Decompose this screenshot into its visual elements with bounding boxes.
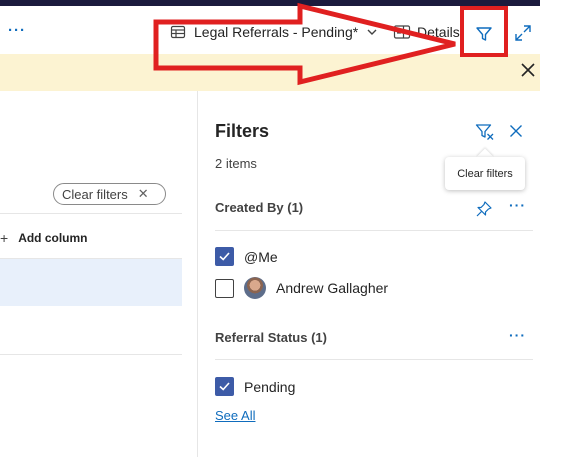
section-more-button[interactable]: ···: [509, 197, 526, 213]
see-all-link[interactable]: See All: [215, 408, 255, 423]
chip-close-icon[interactable]: ✕: [138, 186, 149, 202]
table-view-icon: [170, 25, 186, 39]
filter-option-pending[interactable]: Pending: [215, 377, 295, 396]
close-icon[interactable]: [509, 124, 523, 138]
filter-count: 2 items: [215, 156, 257, 171]
filter-pane-button[interactable]: [462, 13, 506, 55]
check-icon: [219, 382, 230, 391]
details-label: Details: [417, 24, 460, 40]
right-margin: [540, 0, 574, 457]
panel-title: Filters: [215, 121, 270, 141]
clear-filters-chip-label: Clear filters: [62, 186, 128, 202]
selected-list-row[interactable]: [0, 259, 182, 306]
view-name: Legal Referrals - Pending*: [194, 24, 359, 40]
list-view: Clear filters ✕ + Add column: [0, 91, 197, 457]
section-title-referral-status: Referral Status (1): [215, 330, 327, 345]
option-label: Andrew Gallagher: [276, 280, 389, 296]
divider: [0, 354, 182, 355]
details-pane-icon: [393, 25, 411, 39]
section-title-created-by: Created By (1): [215, 200, 304, 215]
filter-option-me[interactable]: @Me: [215, 247, 278, 266]
details-button[interactable]: Details: [393, 22, 460, 42]
divider: [0, 213, 182, 214]
section-more-button[interactable]: ···: [509, 327, 526, 343]
notification-banner: [0, 54, 540, 91]
option-label: Pending: [244, 378, 296, 395]
clear-filter-icon[interactable]: [475, 123, 495, 141]
checkbox-checked[interactable]: [215, 247, 234, 266]
view-selector[interactable]: Legal Referrals - Pending*: [170, 22, 378, 42]
add-column-button[interactable]: + Add column: [0, 230, 88, 246]
clear-filters-chip[interactable]: Clear filters ✕: [53, 183, 166, 205]
avatar: [244, 277, 266, 299]
add-column-label: Add column: [18, 231, 88, 245]
plus-icon: +: [0, 230, 9, 246]
option-label: @Me: [244, 248, 278, 265]
check-icon: [219, 252, 230, 261]
chevron-down-icon: [367, 29, 377, 35]
command-bar: ··· Legal Referrals - Pending* Details: [0, 6, 540, 54]
checkbox-unchecked[interactable]: [215, 278, 234, 298]
expand-icon[interactable]: [514, 24, 532, 42]
section-divider: [215, 230, 533, 231]
clear-filters-tooltip: Clear filters: [445, 157, 525, 190]
section-divider: [215, 359, 533, 360]
more-actions-button[interactable]: ···: [8, 22, 26, 39]
filters-panel: Filters 2 items Clear filters Created By…: [197, 91, 540, 457]
filter-icon: [476, 27, 492, 41]
filter-option-andrew-gallagher[interactable]: Andrew Gallagher: [215, 277, 388, 299]
close-icon[interactable]: [520, 62, 536, 78]
pin-icon[interactable]: [475, 200, 493, 218]
checkbox-checked[interactable]: [215, 377, 234, 396]
